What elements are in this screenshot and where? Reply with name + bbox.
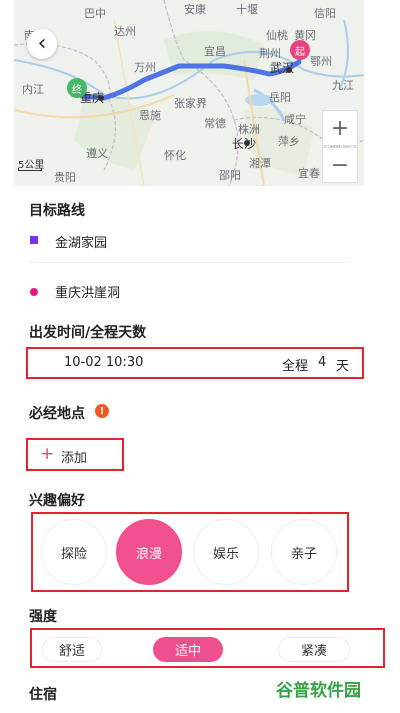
map-place-label: 株洲 <box>238 123 260 136</box>
intensity-group: 舒适 适中 紧凑 <box>30 628 385 668</box>
map-place-label: 信阳 <box>314 7 336 20</box>
map-place-label: 宜昌 <box>204 45 226 58</box>
intensity-option-moderate[interactable]: 适中 <box>153 637 223 662</box>
interests-title: 兴趣偏好 <box>29 493 85 509</box>
trip-days-unit: 天 <box>336 359 350 374</box>
route-destination-row[interactable]: 重庆洪崖洞 <box>29 280 349 316</box>
map-place-label: 十堰 <box>236 3 258 16</box>
map-place-label: 万州 <box>134 61 156 74</box>
map-city-wuhan: 武汉 <box>270 61 295 75</box>
warning-icon: ! <box>95 404 109 418</box>
minus-icon: − <box>330 152 350 178</box>
departure-field[interactable]: 10-02 10:30 全程 4 天 <box>26 347 364 379</box>
intensity-option-label: 适中 <box>174 644 201 659</box>
map-place-label: 达州 <box>114 25 136 38</box>
intensity-option-comfortable[interactable]: 舒适 <box>42 637 102 662</box>
lodging-title: 住宿 <box>29 687 57 703</box>
add-location-label: 添加 <box>61 451 88 466</box>
map-place-label: 宜春 <box>298 167 320 180</box>
map-place-label: 咸宁 <box>284 113 306 126</box>
map-place-label: 常德 <box>204 117 226 130</box>
departure-datetime[interactable]: 10-02 10:30 <box>64 355 143 370</box>
map-place-label: 萍乡 <box>278 135 300 148</box>
map-place-label: 内江 <box>22 83 44 96</box>
map-place-label: 邵阳 <box>219 169 241 182</box>
chevron-left-icon: ‹ <box>37 31 47 56</box>
interest-option-entertainment[interactable]: 娱乐 <box>193 519 259 585</box>
route-origin-name: 金湖家园 <box>55 236 108 251</box>
destination-dot-icon <box>30 288 38 296</box>
intensity-title: 强度 <box>29 609 57 625</box>
start-marker[interactable]: 起 <box>290 40 310 60</box>
plus-icon: + <box>330 115 350 141</box>
interest-option-romance[interactable]: 浪漫 <box>116 519 182 585</box>
intensity-option-compact[interactable]: 紧凑 <box>278 637 350 662</box>
route-origin-row[interactable]: 金湖家园 <box>29 226 349 262</box>
interest-option-family[interactable]: 亲子 <box>271 519 337 585</box>
departure-title: 出发时间/全程天数 <box>29 325 147 341</box>
origin-dot-icon <box>30 236 38 244</box>
map-place-label: 湘潭 <box>249 157 271 170</box>
watermark-logo: 谷普软件园 <box>276 681 361 701</box>
map-canvas <box>14 0 364 186</box>
map-place-label: 九江 <box>332 79 354 92</box>
map-place-label: 鄂州 <box>310 55 332 68</box>
interest-option-label: 亲子 <box>290 546 317 562</box>
route-destination-name: 重庆洪崖洞 <box>55 286 121 301</box>
interest-option-adventure[interactable]: 探险 <box>41 519 107 585</box>
end-marker[interactable]: 终 <box>67 78 87 98</box>
trip-days-label: 全程 <box>282 359 309 374</box>
target-route-title: 目标路线 <box>29 203 85 219</box>
intensity-option-label: 舒适 <box>58 644 85 659</box>
plus-icon: + <box>40 444 55 464</box>
map-place-label: 荆州 <box>259 47 281 60</box>
route-map[interactable]: 巴中 安康 十堰 信阳 内江 宜昌 荆州 鄂州 九江 遵义 张家界 常德 岳阳 … <box>14 0 364 186</box>
interests-group: 探险 浪漫 娱乐 亲子 <box>31 512 349 592</box>
map-place-label: 贵阳 <box>54 171 76 184</box>
back-button[interactable]: ‹ <box>27 29 57 59</box>
interest-option-label: 探险 <box>60 546 87 562</box>
zoom-in-button[interactable]: + <box>322 110 358 146</box>
map-place-label: 遵义 <box>86 147 108 160</box>
interest-option-label: 娱乐 <box>212 546 239 562</box>
map-place-label: 张家界 <box>174 97 207 110</box>
map-place-label: 怀化 <box>164 149 186 162</box>
must-visit-title: 必经地点 <box>29 406 85 422</box>
add-location-button[interactable]: + 添加 <box>26 438 124 471</box>
map-place-label: 安康 <box>184 3 206 16</box>
intensity-option-label: 紧凑 <box>300 644 327 659</box>
map-place-label: 巴中 <box>84 7 106 20</box>
map-place-label: 仙桃 <box>266 29 288 42</box>
map-place-label: 岳阳 <box>269 91 291 104</box>
interest-option-label: 浪漫 <box>135 546 162 562</box>
map-place-label: 恩施 <box>139 109 161 122</box>
map-city-changsha: 长沙 <box>232 137 257 151</box>
trip-days-value[interactable]: 4 <box>318 355 326 370</box>
map-scale-bar <box>18 168 42 171</box>
zoom-out-button[interactable]: − <box>322 147 358 183</box>
divider <box>29 262 349 263</box>
